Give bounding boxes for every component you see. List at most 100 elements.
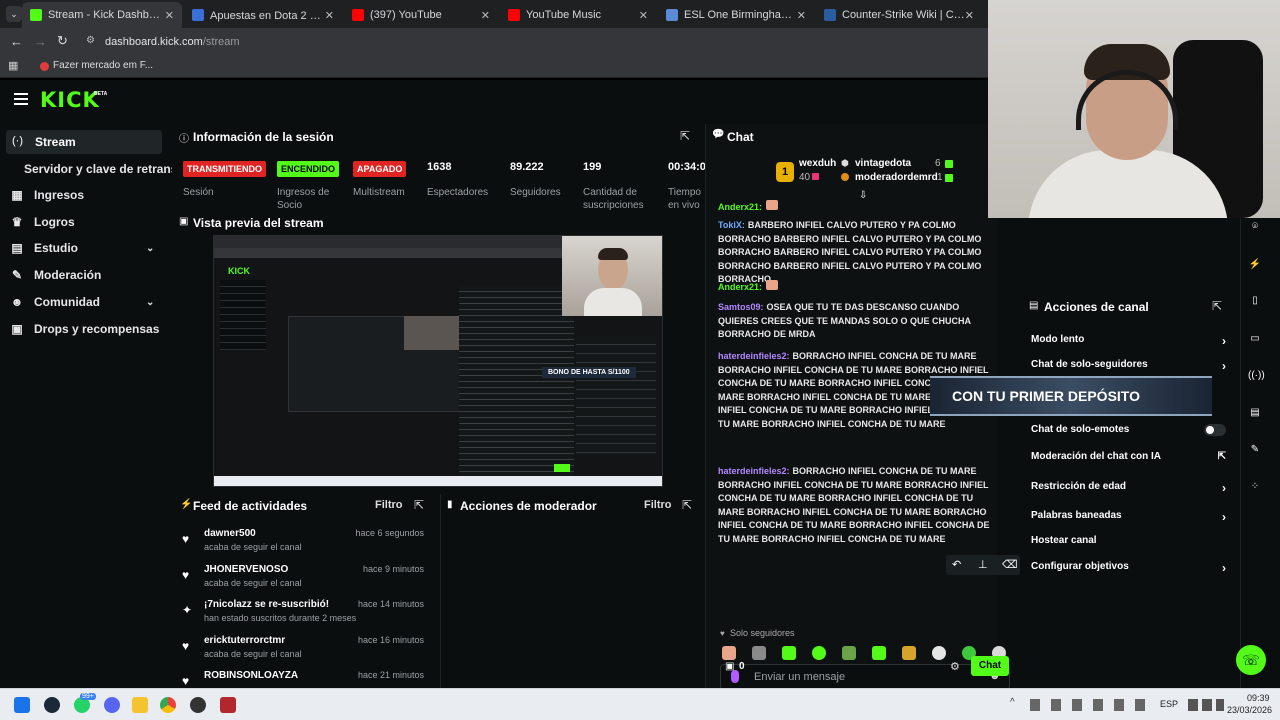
feed-item[interactable]: ♥ JHONERVENOSO acaba de seguir el canal hac…	[172, 564, 434, 598]
tab-list-chevron-icon[interactable]: ⌄	[6, 6, 22, 22]
kick-emote-icon[interactable]	[872, 646, 886, 660]
channel-action-item[interactable]: Modo lento ›	[1031, 334, 1226, 354]
browser-tab[interactable]: ESL One Birmingham 2026: Gro✕	[658, 4, 814, 26]
tab-close-icon[interactable]: ✕	[325, 9, 334, 22]
sidebar-item-estudio[interactable]: ▤ Estudio ⌄	[10, 236, 154, 260]
tray-chevron-icon[interactable]: ^	[1010, 697, 1015, 708]
sidebar-item-comunidad[interactable]: ☻ Comunidad ⌄	[10, 290, 155, 314]
steam-icon[interactable]	[44, 697, 60, 713]
chat-username[interactable]: haterdeinfieles2:	[718, 466, 790, 476]
discord-icon[interactable]	[104, 697, 120, 713]
tab-close-icon[interactable]: ✕	[797, 9, 806, 22]
chat-message[interactable]: TokiX: BARBERO INFIEL CALVO PUTERO Y PA C…	[718, 219, 994, 287]
mod-filter-button[interactable]: Filtro	[644, 499, 672, 511]
sidebar-item-moderación[interactable]: ✎ Moderación	[10, 263, 101, 287]
camera-icon[interactable]: ⌾	[1248, 220, 1262, 234]
tab-close-icon[interactable]: ✕	[639, 9, 648, 22]
lightning-icon[interactable]: ⚡	[1248, 258, 1262, 272]
channel-action-item[interactable]: Configurar objetivos ›	[1031, 561, 1226, 581]
chat-username[interactable]: haterdeinfieles2:	[718, 351, 790, 361]
chat-input[interactable]: Enviar un mensaje ☻	[720, 664, 1010, 690]
trash-icon[interactable]: ⌫	[1002, 558, 1018, 571]
browser-tab[interactable]: (397) YouTube ✕	[344, 4, 498, 26]
wrench-icon[interactable]: ✎	[1248, 443, 1262, 457]
send-chat-button[interactable]: Chat	[971, 656, 1009, 676]
tab-close-icon[interactable]: ✕	[965, 9, 974, 22]
clock-date[interactable]: 23/03/2026	[1227, 705, 1272, 715]
chat-icon[interactable]: ▭	[1248, 332, 1262, 346]
chat-username[interactable]: Anderx21:	[718, 282, 762, 292]
sidebar-item-ingresos[interactable]: ▦ Ingresos	[10, 183, 84, 207]
chevron-down-icon[interactable]: ⌄	[146, 297, 154, 308]
channel-action-item[interactable]: Palabras baneadas ›	[1031, 510, 1226, 530]
hand-emote-icon[interactable]	[722, 646, 736, 660]
dots-icon[interactable]: ⁘	[1248, 480, 1262, 494]
popout-icon[interactable]: ⇱	[414, 498, 424, 512]
back-icon[interactable]: ←	[10, 34, 23, 49]
windows-start-icon[interactable]	[14, 697, 30, 713]
popout-icon[interactable]: ⇱	[680, 129, 690, 143]
kick-emote-icon[interactable]	[812, 646, 826, 660]
app-icon[interactable]	[190, 697, 206, 713]
preview-video[interactable]: KICK BONO DE HASTA S/1100	[213, 235, 663, 487]
reply-icon[interactable]: ↶	[952, 558, 961, 571]
leaderboard-name[interactable]: moderadordemrd	[855, 172, 938, 183]
cat-emote-icon[interactable]	[752, 646, 766, 660]
channel-action-item[interactable]: Restricción de edad ›	[1031, 481, 1226, 501]
chevron-down-icon[interactable]: ⌄	[146, 243, 154, 254]
frog-emote-icon[interactable]	[842, 646, 856, 660]
sidebar-item-logros[interactable]: ♛ Logros	[10, 210, 75, 234]
popout-icon[interactable]: ⇱	[682, 498, 692, 512]
settings-gear-icon[interactable]: ⚙	[950, 660, 960, 673]
app-icon[interactable]	[220, 697, 236, 713]
chat-username[interactable]: TokiX:	[718, 220, 745, 230]
status-badge: TRANSMITIENDO	[183, 161, 266, 177]
clock-time[interactable]: 09:39	[1247, 693, 1270, 703]
ball-emote-icon[interactable]	[932, 646, 946, 660]
chat-username[interactable]: Samtos09:	[718, 302, 764, 312]
sidebar-item-server-key[interactable]: Servidor y clave de retransm	[24, 162, 188, 176]
language-indicator[interactable]: ESP	[1160, 699, 1178, 709]
feed-item[interactable]: ✦ ¡7nicolazz se re-suscribió! han estado s…	[172, 599, 434, 633]
sidebar-item-drops[interactable]: ▣ Drops y recompensas	[10, 317, 159, 341]
apps-grid-icon[interactable]: ▦	[8, 59, 18, 72]
channel-action-item[interactable]: Hostear canal	[1031, 535, 1226, 555]
reload-icon[interactable]: ↻	[57, 33, 68, 49]
chat-message[interactable]: Anderx21:	[718, 280, 994, 295]
kick-logo[interactable]: KICK	[40, 88, 100, 112]
bookmark-item[interactable]: Fazer mercado em F...	[53, 60, 153, 71]
browser-tab[interactable]: Apuestas en Dota 2 ⊳ Real eSp✕	[184, 4, 342, 26]
browser-tab[interactable]: Stream - Kick Dashboard ✕	[22, 2, 182, 28]
points-icon[interactable]: ▣	[725, 661, 734, 672]
chat-message[interactable]: haterdeinfieles2: BORRACHO INFIEL CONCHA …	[718, 465, 994, 547]
leaderboard-name[interactable]: wexduh	[799, 158, 836, 169]
kick-emote-icon[interactable]	[782, 646, 796, 660]
forward-icon[interactable]: →	[34, 34, 47, 49]
pin-icon[interactable]: ⊥	[978, 558, 988, 571]
hamburger-menu-icon[interactable]	[14, 93, 28, 105]
leaderboard-name[interactable]: vintagedota	[855, 158, 911, 169]
site-info-icon[interactable]: ⚙	[86, 35, 95, 46]
broadcast-icon[interactable]: ((·))	[1248, 369, 1265, 383]
url-field[interactable]: dashboard.kick.com/stream	[105, 36, 240, 48]
chat-username[interactable]: Anderx21:	[718, 202, 762, 212]
channel-action-item[interactable]: Chat de solo-emotes	[1031, 424, 1226, 444]
layout-icon[interactable]: ▤	[1248, 406, 1262, 420]
chrome-icon[interactable]	[160, 697, 176, 713]
chat-message[interactable]: Anderx21:	[718, 200, 994, 215]
chat-message[interactable]: Samtos09: OSEA QUE TU TE DAS DESCANSO CUA…	[718, 301, 994, 342]
browser-tab[interactable]: YouTube Music ✕	[500, 4, 656, 26]
feed-item[interactable]: ♥ dawner500 acaba de seguir el canal hace 6…	[172, 528, 434, 562]
popout-icon[interactable]: ⇱	[1212, 299, 1222, 313]
tab-close-icon[interactable]: ✕	[481, 9, 490, 22]
sidebar-item-stream[interactable]: (·) Stream	[6, 130, 162, 154]
document-icon[interactable]: ▯	[1248, 294, 1262, 308]
support-button[interactable]: ☏	[1236, 645, 1266, 675]
tab-close-icon[interactable]: ✕	[165, 9, 174, 22]
box-emote-icon[interactable]	[902, 646, 916, 660]
browser-tab[interactable]: Counter-Strike Wiki | CS2 | Liqu✕	[816, 4, 982, 26]
feed-item[interactable]: ♥ ericktuterrorctmr acaba de seguir el can…	[172, 635, 434, 669]
feed-filter-button[interactable]: Filtro	[375, 499, 403, 511]
folder-icon[interactable]	[132, 697, 148, 713]
channel-action-item[interactable]: Moderación del chat con IA ⇱	[1031, 451, 1226, 471]
